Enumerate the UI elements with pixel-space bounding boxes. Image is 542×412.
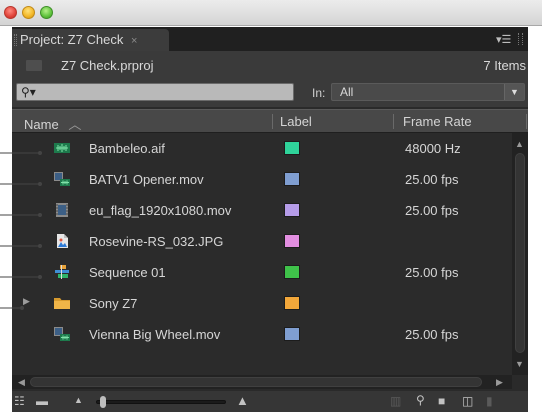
label-color-swatch[interactable] [284,203,300,217]
column-divider[interactable] [526,114,527,129]
item-frame-rate: 25.00 fps [405,327,459,342]
item-name: eu_flag_1920x1080.mov [89,203,232,218]
column-header-frame-rate[interactable]: Frame Rate [403,114,472,129]
item-name: Vienna Big Wheel.mov [89,327,221,342]
tab-project-label: Project: Z7 Check [20,32,124,47]
search-icon[interactable]: ⚲▾ [21,84,36,100]
label-color-swatch[interactable] [284,234,300,248]
list-view-icon[interactable]: ☷ [14,394,25,408]
scroll-right-icon[interactable]: ▶ [496,377,503,388]
item-count: 7 Items [483,58,526,73]
zoom-slider[interactable] [96,400,226,404]
tab-grip-icon[interactable] [14,34,17,46]
new-item-icon[interactable]: ◫ [462,394,473,408]
audio-clip-icon [54,143,70,153]
column-divider[interactable] [272,114,273,129]
horizontal-scrollbar[interactable]: ◀ ▶ [12,375,512,389]
item-name: Sequence 01 [89,265,166,280]
list-item[interactable]: ▶ Sony Z7 [12,288,512,319]
label-color-swatch[interactable] [284,141,300,155]
panel-grip-icon[interactable] [518,33,523,45]
list-item[interactable]: eu_flag_1920x1080.mov 25.00 fps [12,195,512,226]
in-filter-select[interactable]: All ▼ [331,83,525,101]
find-icon[interactable]: ⚲ [416,393,425,407]
in-filter-value: All [340,85,354,99]
clear-icon[interactable]: ▮ [486,394,493,408]
project-info-bar: Z7 Check.prproj 7 Items [12,51,528,81]
scroll-left-icon[interactable]: ◀ [18,377,25,388]
label-color-swatch[interactable] [284,265,300,279]
zoom-out-icon[interactable]: ▲ [74,395,83,405]
search-row: ⚲▾ In: All ▼ [12,81,528,107]
column-header-name[interactable]: Name ︿ [24,114,81,133]
search-box[interactable]: ⚲▾ [16,83,294,101]
video-clip-icon [56,203,68,217]
column-divider[interactable] [393,114,394,129]
project-file-name: Z7 Check.prproj [61,58,154,73]
list-item[interactable]: Bambeleo.aif 48000 Hz [12,133,512,164]
item-frame-rate: 25.00 fps [405,265,459,280]
sort-ascending-icon[interactable]: ︿ [68,117,81,132]
close-window-button[interactable] [4,6,17,19]
zoom-window-button[interactable] [40,6,53,19]
new-bin-icon[interactable]: ■ [438,394,445,408]
list-item[interactable]: BATV1 Opener.mov 25.00 fps [12,164,512,195]
panel-bottom-toolbar: ☷ ▬ ▲ ▲ ▥ ⚲ ■ ◫ ▮ [12,391,528,412]
sequence-icon [55,265,69,279]
in-label: In: [312,86,326,100]
automate-to-sequence-icon[interactable]: ▥ [390,394,401,408]
label-color-swatch[interactable] [284,327,300,341]
minimize-window-button[interactable] [22,6,35,19]
video-audio-clip-icon [54,327,70,341]
item-frame-rate: 25.00 fps [405,172,459,187]
panel-tab-bar: Project: Z7 Check × ▾☰ [12,27,528,51]
column-header-label[interactable]: Label [280,114,312,129]
project-item-list: Bambeleo.aif 48000 Hz BATV1 Opener.mov 2… [12,133,512,375]
list-item[interactable]: Vienna Big Wheel.mov 25.00 fps [12,319,512,350]
item-name: Sony Z7 [89,296,138,311]
search-input[interactable] [43,85,288,99]
folder-icon [54,298,70,309]
chevron-down-icon[interactable]: ▼ [504,84,524,100]
tab-close-icon[interactable]: × [131,35,137,47]
list-item[interactable]: Rosevine-RS_032.JPG [12,226,512,257]
project-thumbnail-icon [26,60,42,71]
vertical-scroll-thumb[interactable] [515,153,525,353]
panel-menu-icon[interactable]: ▾☰ [496,33,511,46]
item-frame-rate: 48000 Hz [405,141,461,156]
label-color-swatch[interactable] [284,296,300,310]
item-frame-rate: 25.00 fps [405,203,459,218]
zoom-slider-handle[interactable] [100,396,106,408]
item-name: Rosevine-RS_032.JPG [89,234,224,249]
vertical-scrollbar[interactable]: ▲ ▼ [512,133,528,375]
scroll-down-icon[interactable]: ▼ [515,359,524,369]
item-name: Bambeleo.aif [89,141,165,156]
item-name: BATV1 Opener.mov [89,172,204,187]
label-color-swatch[interactable] [284,172,300,186]
column-header-row: Name ︿ Label Frame Rate [12,109,528,133]
horizontal-scroll-thumb[interactable] [30,377,482,387]
video-audio-clip-icon [54,172,70,186]
zoom-in-icon[interactable]: ▲ [236,393,249,408]
tab-project[interactable]: Project: Z7 Check × [12,29,169,51]
list-item[interactable]: Sequence 01 25.00 fps [12,257,512,288]
project-panel: Project: Z7 Check × ▾☰ Z7 Check.prproj 7… [12,27,528,412]
icon-view-icon[interactable]: ▬ [36,394,48,408]
scroll-up-icon[interactable]: ▲ [515,139,524,149]
expand-triangle-icon[interactable]: ▶ [23,296,30,307]
window-titlebar [0,0,542,26]
still-image-icon [57,234,68,248]
